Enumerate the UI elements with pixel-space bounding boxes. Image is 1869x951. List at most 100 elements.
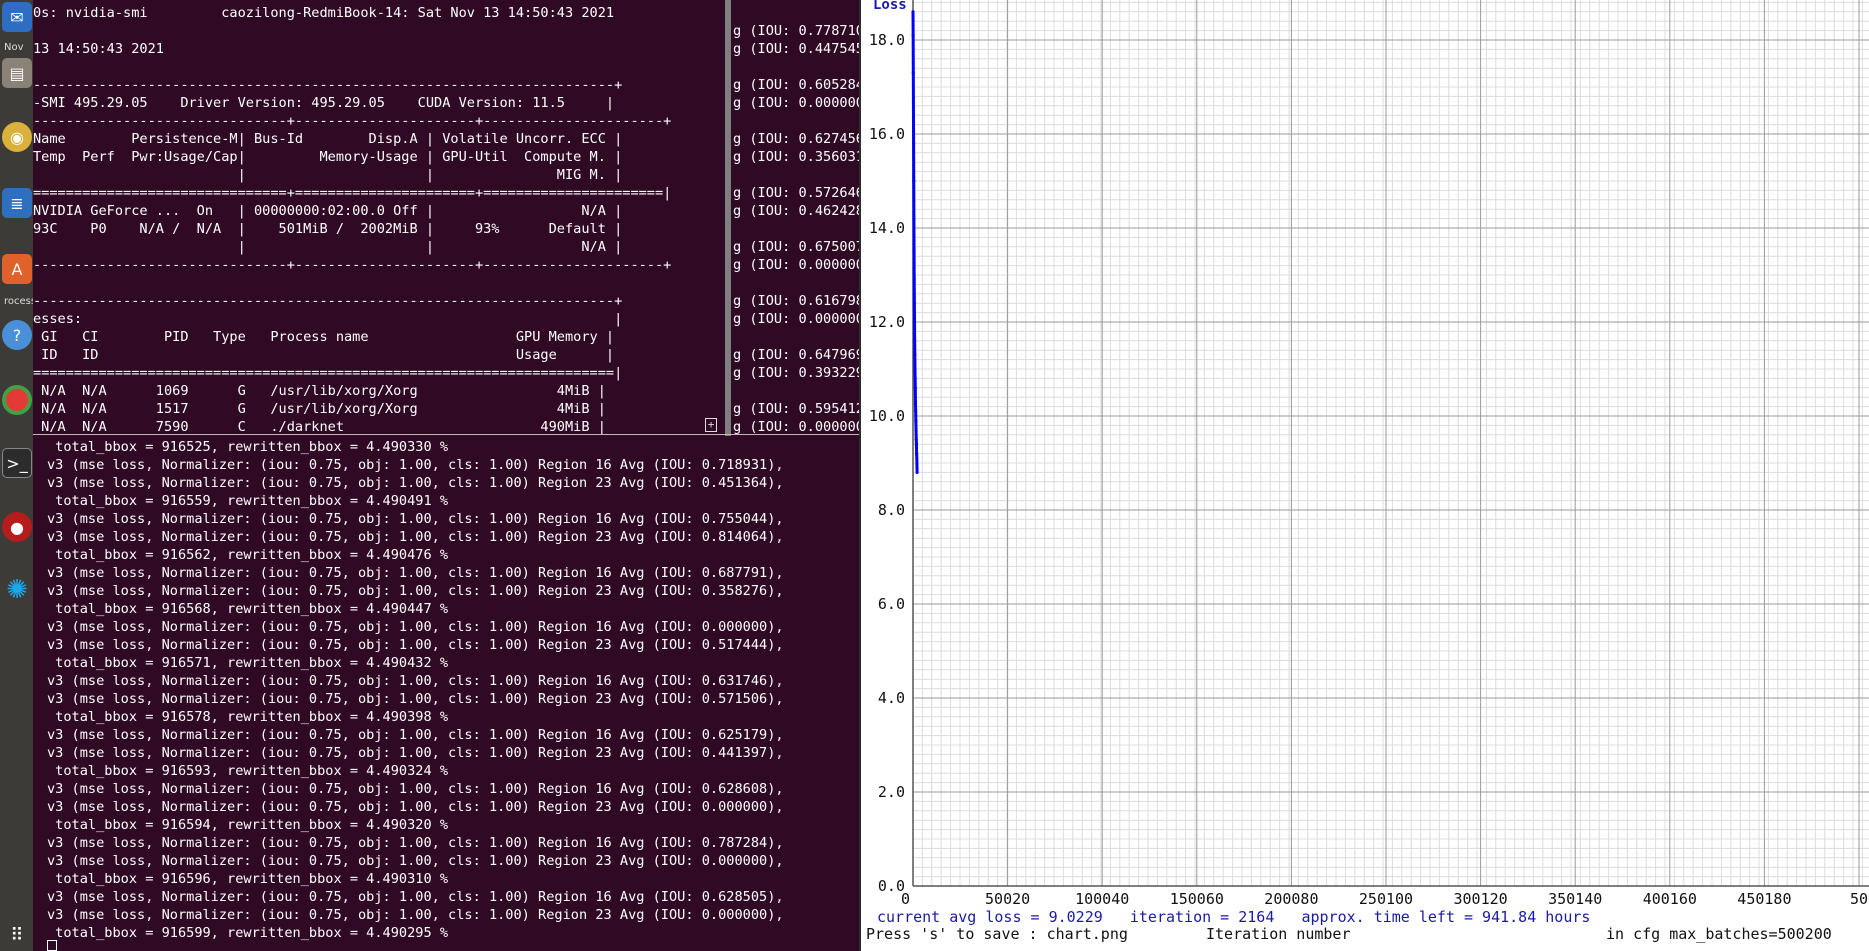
- loss-point: [914, 442, 919, 446]
- iou-line: g (IOU: 0.595412),: [733, 401, 859, 417]
- log-line: total_bbox = 916571, rewritten_bbox = 4.…: [47, 655, 449, 671]
- iou-line: g (IOU: 0.675007),: [733, 239, 859, 255]
- log-line: v3 (mse loss, Normalizer: (iou: 0.75, ob…: [47, 835, 784, 851]
- smi-line: N/A N/A 1069 G /usr/lib/xorg/Xorg 4MiB |: [33, 383, 606, 399]
- loss-point: [914, 428, 918, 432]
- loss-chart-window[interactable]: 0.0 2.0 4.0 6.0 8.0 10.0 12.0 14.0 16.0 18.0 0 500…: [861, 0, 1869, 951]
- loss-point: [914, 419, 918, 423]
- smi-line: 93C P0 N/A / N/A | 501MiB / 2002MiB | 93…: [33, 221, 623, 237]
- x-tick-label: 400160: [1643, 890, 1697, 908]
- x-tick-label: 100040: [1075, 890, 1129, 908]
- smi-line: -------------------------------+--------…: [33, 113, 672, 129]
- rhythmbox-icon[interactable]: ◉: [2, 122, 32, 152]
- y-tick-label: 8.0: [878, 501, 905, 519]
- log-line: total_bbox = 916568, rewritten_bbox = 4.…: [47, 601, 449, 617]
- smi-line: 13 14:50:43 2021: [33, 41, 164, 57]
- iou-line: g (IOU: 0.000000),: [733, 95, 859, 111]
- iou-line: [733, 274, 859, 292]
- log-line: total_bbox = 916559, rewritten_bbox = 4.…: [47, 493, 449, 509]
- files-icon[interactable]: ▤: [2, 58, 32, 88]
- loss-point: [914, 409, 918, 413]
- x-tick-label: 150060: [1170, 890, 1224, 908]
- pane-divider: [33, 434, 859, 435]
- smi-line: Temp Perf Pwr:Usage/Cap| Memory-Usage | …: [33, 149, 623, 165]
- x-tick-label: 0: [901, 890, 910, 908]
- loss-point: [915, 452, 919, 456]
- log-line: v3 (mse loss, Normalizer: (iou: 0.75, ob…: [47, 457, 784, 473]
- iou-line: g (IOU: 0.627456),: [733, 131, 859, 147]
- chrome-icon[interactable]: [2, 385, 32, 415]
- iou-line: [733, 166, 859, 184]
- log-line: v3 (mse loss, Normalizer: (iou: 0.75, ob…: [47, 889, 784, 905]
- software-center-icon[interactable]: A: [2, 254, 32, 284]
- log-line: v3 (mse loss, Normalizer: (iou: 0.75, ob…: [47, 745, 784, 761]
- iou-line: g (IOU: 0.778710),: [733, 23, 859, 39]
- smi-line: -------------------------------+--------…: [33, 257, 672, 273]
- smi-line: GI CI PID Type Process name GPU Memory |: [33, 329, 615, 345]
- y-tick-label: 12.0: [869, 313, 905, 331]
- log-line: total_bbox = 916593, rewritten_bbox = 4.…: [47, 763, 449, 779]
- x-tick-label: 50020: [985, 890, 1030, 908]
- help-icon[interactable]: ?: [2, 320, 32, 350]
- terminal-window[interactable]: 0s: nvidia-smi caozilong-RedmiBook-14: S…: [33, 0, 859, 951]
- smi-line: [33, 22, 703, 40]
- smi-line: 0s: nvidia-smi caozilong-RedmiBook-14: S…: [33, 5, 615, 21]
- log-line: v3 (mse loss, Normalizer: (iou: 0.75, ob…: [47, 511, 784, 527]
- loss-chart: 0.02.04.06.08.010.012.014.016.018.0 0 500…: [869, 0, 1869, 908]
- x-tick-label: 50: [1850, 890, 1868, 908]
- loss-point: [911, 10, 915, 14]
- iou-line: [733, 220, 859, 238]
- log-line: v3 (mse loss, Normalizer: (iou: 0.75, ob…: [47, 583, 784, 599]
- training-status-line: current avg loss = 9.0229 iteration = 21…: [877, 908, 1591, 926]
- smi-line: ===============================+========…: [33, 185, 672, 201]
- loss-point: [913, 386, 917, 390]
- save-hint: Press 's' to save : chart.png: [866, 925, 1128, 943]
- iou-line: [733, 112, 859, 130]
- smi-line: ----------------------------------------…: [33, 293, 623, 309]
- pane-scrollbar[interactable]: [725, 0, 731, 436]
- pane-split-handle[interactable]: +: [705, 418, 717, 432]
- smi-line: -SMI 495.29.05 Driver Version: 495.29.05…: [33, 95, 615, 111]
- log-line: v3 (mse loss, Normalizer: (iou: 0.75, ob…: [47, 673, 784, 689]
- app-grid-icon[interactable]: ⠿: [2, 920, 32, 950]
- nvidia-smi-pane: 0s: nvidia-smi caozilong-RedmiBook-14: S…: [33, 0, 703, 436]
- y-tick-label: 4.0: [878, 689, 905, 707]
- settings-icon[interactable]: ✺: [2, 575, 32, 605]
- iou-line: g (IOU: 0.447545),: [733, 41, 859, 57]
- loss-point: [912, 278, 916, 282]
- y-tick-labels: 0.02.04.06.08.010.012.014.016.018.0: [869, 31, 905, 895]
- smi-line: esses: |: [33, 311, 623, 327]
- training-log-pane: total_bbox = 916525, rewritten_bbox = 4.…: [47, 438, 859, 951]
- log-line: v3 (mse loss, Normalizer: (iou: 0.75, ob…: [47, 727, 784, 743]
- log-line: v3 (mse loss, Normalizer: (iou: 0.75, ob…: [47, 691, 784, 707]
- iou-line: g (IOU: 0.572646),: [733, 185, 859, 201]
- loss-point: [912, 179, 916, 183]
- iou-line: [733, 328, 859, 346]
- x-tick-label: 300120: [1454, 890, 1508, 908]
- log-line: total_bbox = 916562, rewritten_bbox = 4.…: [47, 547, 449, 563]
- loss-point: [912, 320, 917, 324]
- terminal-cursor: [47, 940, 57, 951]
- x-axis-label: Iteration number: [1206, 925, 1351, 943]
- smi-line: [33, 274, 703, 292]
- smi-line: N/A N/A 1517 G /usr/lib/xorg/Xorg 4MiB |: [33, 401, 606, 417]
- minor-grid: [912, 0, 1869, 887]
- loss-point: [915, 470, 919, 474]
- dock-date-label: Nov: [4, 42, 24, 53]
- smi-line: | | N/A |: [33, 239, 623, 255]
- loss-point: [912, 141, 916, 145]
- loss-point: [913, 376, 917, 380]
- smi-line: | | MIG M. |: [33, 167, 623, 183]
- loss-point: [912, 217, 916, 221]
- iou-line: g (IOU: 0.000000),: [733, 311, 859, 327]
- y-tick-label: 18.0: [869, 31, 905, 49]
- log-line: v3 (mse loss, Normalizer: (iou: 0.75, ob…: [47, 907, 784, 923]
- app-icon[interactable]: ●: [2, 512, 32, 542]
- log-line: v3 (mse loss, Normalizer: (iou: 0.75, ob…: [47, 853, 784, 869]
- log-line: v3 (mse loss, Normalizer: (iou: 0.75, ob…: [47, 781, 784, 797]
- x-tick-label: 200080: [1264, 890, 1318, 908]
- thunderbird-icon[interactable]: ✉: [2, 2, 32, 32]
- x-tick-label: 450180: [1737, 890, 1791, 908]
- writer-icon[interactable]: ≣: [2, 188, 32, 218]
- terminal-icon[interactable]: >_: [2, 448, 32, 478]
